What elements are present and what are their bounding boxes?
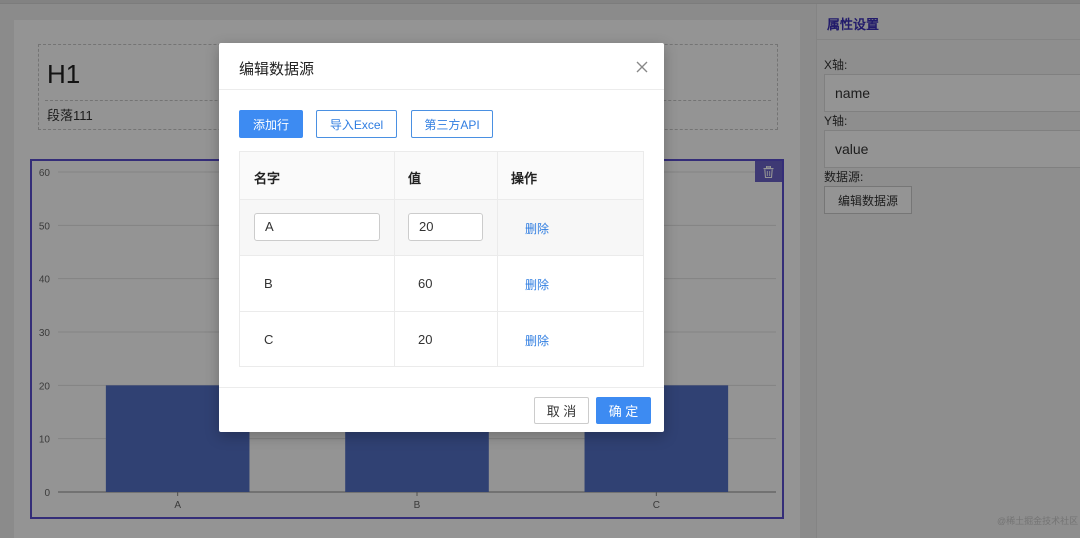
- delete-row-link[interactable]: 删除: [525, 276, 549, 293]
- datasource-table: 名字 值 操作 A 20 删除 B 60 删除 C 20 删除: [239, 151, 644, 367]
- close-icon: [636, 61, 648, 73]
- table-header-row: 名字 值 操作: [240, 152, 643, 200]
- row-value[interactable]: 60: [418, 276, 432, 291]
- modal-footer-divider: [219, 387, 664, 388]
- row-name[interactable]: B: [264, 276, 273, 291]
- row-value-input[interactable]: 20: [408, 213, 483, 241]
- table-row: C 20 删除: [240, 312, 643, 367]
- modal-close-button[interactable]: [634, 59, 650, 75]
- row-name-input[interactable]: A: [254, 213, 380, 241]
- delete-row-link[interactable]: 删除: [525, 332, 549, 349]
- column-divider: [497, 152, 498, 366]
- column-header-value: 值: [408, 171, 422, 186]
- table-row: A 20 删除: [240, 200, 643, 256]
- row-value[interactable]: 20: [418, 332, 432, 347]
- third-party-api-button[interactable]: 第三方API: [411, 110, 493, 138]
- delete-row-link[interactable]: 删除: [525, 220, 549, 237]
- column-header-action: 操作: [511, 171, 538, 186]
- table-row: B 60 删除: [240, 256, 643, 312]
- add-row-button[interactable]: 添加行: [239, 110, 303, 138]
- confirm-button[interactable]: 确 定: [596, 397, 651, 424]
- modal-header-divider: [219, 89, 664, 90]
- import-excel-button[interactable]: 导入Excel: [316, 110, 397, 138]
- modal-title: 编辑数据源: [239, 61, 315, 78]
- column-header-name: 名字: [254, 171, 281, 186]
- row-name[interactable]: C: [264, 332, 273, 347]
- edit-datasource-modal: 编辑数据源 添加行 导入Excel 第三方API 名字 值 操作 A 20 删除…: [219, 43, 664, 432]
- column-divider: [394, 152, 395, 366]
- cancel-button[interactable]: 取 消: [534, 397, 589, 424]
